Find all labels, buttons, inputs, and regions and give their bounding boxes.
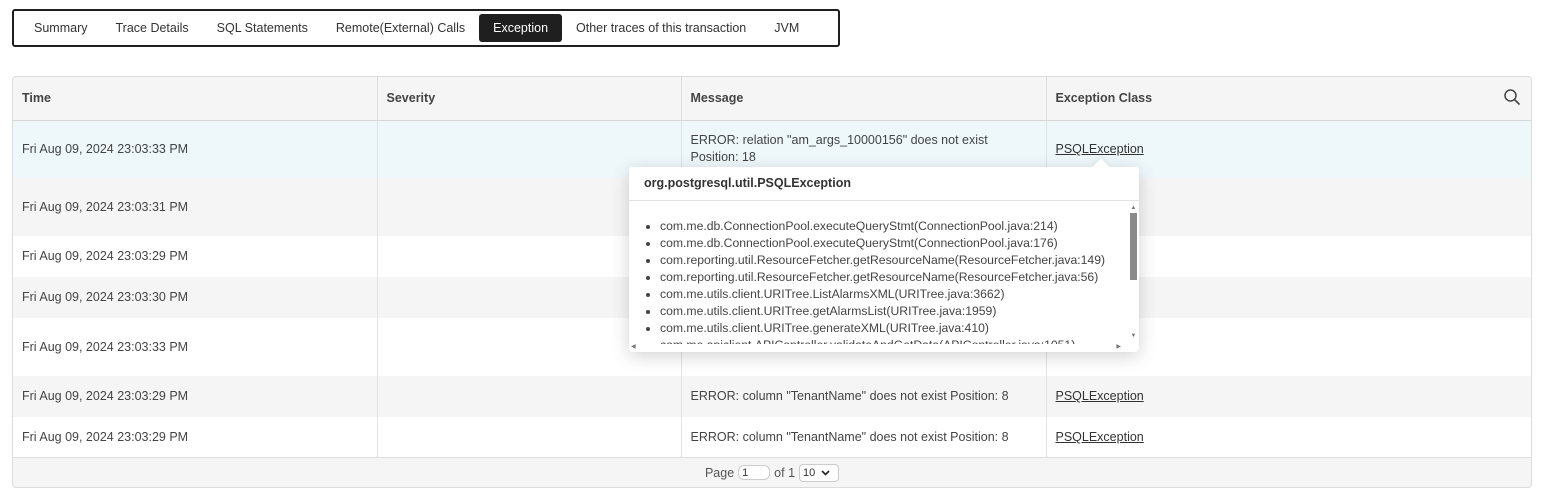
stacktrace-frame: com.me.utils.client.URITree.generateXML(… bbox=[644, 320, 1137, 337]
exception-class-link[interactable]: PSQLException bbox=[1056, 430, 1144, 444]
popup-vertical-scrollbar[interactable]: ▲ ▼ bbox=[1130, 205, 1137, 339]
scroll-left-arrow-icon[interactable]: ◀ bbox=[631, 343, 636, 350]
stacktrace-frame: com.me.utils.client.URITree.getAlarmsLis… bbox=[644, 303, 1137, 320]
tab-trace-details[interactable]: Trace Details bbox=[101, 14, 202, 42]
table-row[interactable]: Fri Aug 09, 2024 23:03:29 PM ERROR: colum… bbox=[13, 376, 1531, 417]
tab-exception[interactable]: Exception bbox=[479, 14, 563, 42]
cell-message: ERROR: column "TenantName" does not exis… bbox=[681, 417, 1047, 458]
cell-message-text: ERROR: column "TenantName" does not exis… bbox=[690, 389, 1009, 403]
cell-time-text: Fri Aug 09, 2024 23:03:29 PM bbox=[22, 389, 189, 403]
stacktrace-frame: com.me.utils.client.URITree.ListAlarmsXM… bbox=[644, 286, 1137, 303]
cell-time-text: Fri Aug 09, 2024 23:03:33 PM bbox=[22, 141, 189, 156]
popup-horizontal-scrollbar[interactable]: ◀ ▶ bbox=[631, 343, 1129, 350]
tab-jvm[interactable]: JVM bbox=[760, 14, 813, 42]
page-total-label: of 1 bbox=[774, 465, 796, 480]
cell-time: Fri Aug 09, 2024 23:03:29 PM bbox=[13, 417, 378, 458]
table-header-row: Time Severity Message Exception Class bbox=[13, 77, 1531, 121]
page-label: Page bbox=[704, 465, 735, 480]
exception-class-link[interactable]: PSQLException bbox=[1056, 389, 1144, 403]
tab-sql-statements[interactable]: SQL Statements bbox=[203, 14, 322, 42]
column-header-severity[interactable]: Severity bbox=[377, 77, 682, 121]
chevron-down-icon bbox=[821, 469, 830, 476]
pagination: Page of 1 10 bbox=[13, 457, 1531, 487]
cell-severity bbox=[377, 417, 682, 458]
popup-title: org.postgresql.util.PSQLException bbox=[629, 167, 1139, 201]
stacktrace-frame: com.me.db.ConnectionPool.executeQueryStm… bbox=[644, 218, 1137, 235]
cell-time: Fri Aug 09, 2024 23:03:33 PM bbox=[13, 318, 378, 376]
cell-exception-class: PSQLException bbox=[1046, 376, 1531, 417]
scroll-up-arrow-icon[interactable]: ▲ bbox=[1130, 205, 1137, 211]
page-number-input[interactable] bbox=[738, 465, 771, 480]
table-row[interactable]: Fri Aug 09, 2024 23:03:29 PM ERROR: colum… bbox=[13, 417, 1531, 458]
tab-summary[interactable]: Summary bbox=[20, 14, 101, 42]
scroll-down-arrow-icon[interactable]: ▼ bbox=[1130, 333, 1137, 339]
cell-time-text: Fri Aug 09, 2024 23:03:30 PM bbox=[22, 290, 189, 304]
stacktrace-list-container[interactable]: com.me.db.ConnectionPool.executeQueryStm… bbox=[629, 205, 1137, 344]
stacktrace-frame: com.reporting.util.ResourceFetcher.getRe… bbox=[644, 252, 1137, 269]
column-header-exception-class[interactable]: Exception Class bbox=[1046, 77, 1531, 121]
cell-time-text: Fri Aug 09, 2024 23:03:31 PM bbox=[22, 199, 189, 214]
tab-remote-calls[interactable]: Remote(External) Calls bbox=[322, 14, 479, 42]
cell-time-text: Fri Aug 09, 2024 23:03:29 PM bbox=[22, 249, 189, 263]
cell-time-text: Fri Aug 09, 2024 23:03:33 PM bbox=[22, 339, 189, 354]
cell-severity bbox=[377, 376, 682, 417]
scroll-right-arrow-icon[interactable]: ▶ bbox=[1116, 343, 1121, 350]
exception-stacktrace-popup: org.postgresql.util.PSQLException com.me… bbox=[629, 158, 1139, 352]
stacktrace-frame: com.me.db.ConnectionPool.executeQueryStm… bbox=[644, 235, 1137, 252]
cell-message-text: ERROR: relation "am_args_10000156" does … bbox=[690, 133, 988, 165]
cell-message-text: ERROR: column "TenantName" does not exis… bbox=[690, 430, 1009, 444]
scrollbar-thumb[interactable] bbox=[1130, 213, 1137, 280]
stacktrace-list: com.me.db.ConnectionPool.executeQueryStm… bbox=[629, 205, 1137, 344]
exception-class-link[interactable]: PSQLException bbox=[1056, 142, 1144, 156]
cell-message: ERROR: column "TenantName" does not exis… bbox=[681, 376, 1047, 417]
tab-other-traces[interactable]: Other traces of this transaction bbox=[562, 14, 760, 42]
column-header-time[interactable]: Time bbox=[13, 77, 378, 121]
search-icon[interactable] bbox=[1503, 88, 1521, 106]
cell-time: Fri Aug 09, 2024 23:03:31 PM bbox=[13, 178, 378, 236]
page-size-value: 10 bbox=[803, 466, 816, 479]
cell-time: Fri Aug 09, 2024 23:03:33 PM bbox=[13, 120, 378, 178]
tab-bar: Summary Trace Details SQL Statements Rem… bbox=[12, 9, 840, 47]
stacktrace-frame: com.reporting.util.ResourceFetcher.getRe… bbox=[644, 269, 1137, 286]
cell-time-text: Fri Aug 09, 2024 23:03:29 PM bbox=[22, 430, 189, 444]
cell-time: Fri Aug 09, 2024 23:03:29 PM bbox=[13, 376, 378, 417]
page-size-select[interactable]: 10 bbox=[799, 463, 840, 482]
cell-time: Fri Aug 09, 2024 23:03:29 PM bbox=[13, 236, 378, 277]
column-header-exception-class-label: Exception Class bbox=[1055, 91, 1153, 106]
cell-exception-class: PSQLException bbox=[1046, 417, 1531, 458]
cell-time: Fri Aug 09, 2024 23:03:30 PM bbox=[13, 277, 378, 318]
column-header-message[interactable]: Message bbox=[681, 77, 1047, 121]
